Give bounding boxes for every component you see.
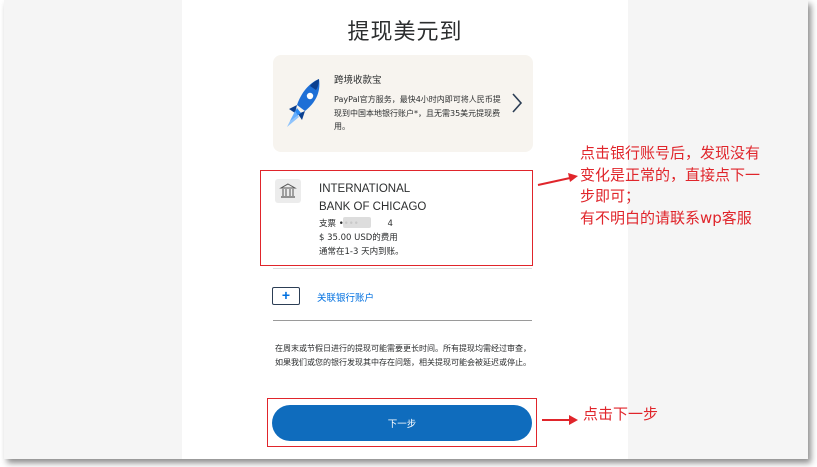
bank-annotation-line: 点击银行账号后，发现没有 <box>580 144 761 162</box>
bank-name-line1: INTERNATIONAL <box>319 183 411 195</box>
bank-annotation: 点击银行账号后，发现没有 变化是正常的，直接点下一 步即可； 有不明白的请联系w… <box>580 143 760 229</box>
promo-card[interactable]: 跨境收款宝 PayPal官方服务，最快4小时内即可将人民币提现到中国本地银行账户… <box>273 55 533 152</box>
account-number-redaction <box>343 217 371 228</box>
page-title: 提现美元到 <box>347 20 463 45</box>
bank-icon <box>275 179 301 203</box>
next-button[interactable]: 下一步 <box>272 405 532 441</box>
plus-icon[interactable]: + <box>272 287 300 305</box>
bank-annotation-line: 步即可； <box>580 187 641 205</box>
bank-annotation-line: 有不明白的请联系wp客服 <box>580 208 752 227</box>
divider <box>273 268 532 269</box>
arrow-icon <box>537 173 578 186</box>
next-annotation: 点击下一步 <box>583 405 659 423</box>
left-gutter <box>4 0 182 459</box>
arrow-icon <box>542 415 578 425</box>
right-gutter <box>628 0 808 459</box>
bank-annotation-line: 变化是正常的，直接点下一 <box>580 165 761 184</box>
bank-eta: 通常在1-3 天内到账。 <box>319 247 404 257</box>
account-suffix: 4 <box>387 219 393 229</box>
divider <box>273 320 532 321</box>
promo-description: PayPal官方服务，最快4小时内即可将人民币提现到中国本地银行账户*，且无需3… <box>334 95 501 131</box>
bank-fee: $ 35.00 USD的费用 <box>319 233 398 243</box>
bank-name-line2: BANK OF CHICAGO <box>319 201 427 213</box>
promo-title: 跨境收款宝 <box>334 75 382 86</box>
rocket-icon <box>287 79 320 127</box>
withdrawal-notice: 在周末或节假日进行的提现可能需要更长时间。所有提现均需经过审查，如果我们或您的银… <box>275 344 531 367</box>
chevron-right-icon[interactable] <box>510 92 524 114</box>
link-bank-account-link[interactable]: 关联银行账户 <box>317 290 374 304</box>
